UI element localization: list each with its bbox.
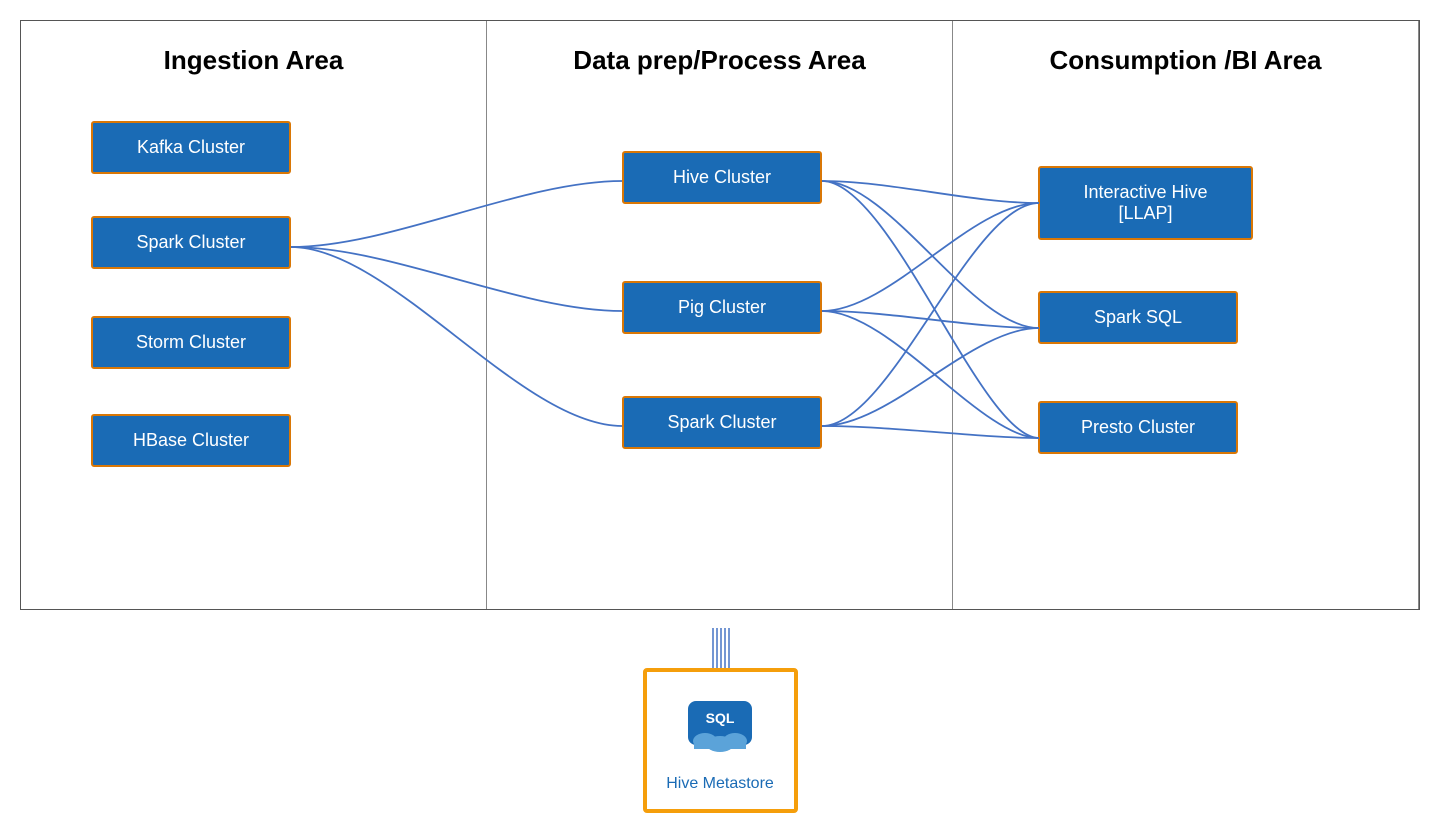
- consumption-title: Consumption /BI Area: [963, 31, 1408, 84]
- pig-cluster: Pig Cluster: [622, 281, 822, 334]
- hive-metastore-box: SQL Hive Metastore: [643, 668, 798, 813]
- kafka-cluster: Kafka Cluster: [91, 121, 291, 174]
- spark-cluster-ingestion: Spark Cluster: [91, 216, 291, 269]
- presto-cluster: Presto Cluster: [1038, 401, 1238, 454]
- spark-sql-cluster: Spark SQL: [1038, 291, 1238, 344]
- sql-database-icon: SQL: [680, 689, 760, 769]
- hbase-cluster: HBase Cluster: [91, 414, 291, 467]
- interactive-hive-cluster: Interactive Hive [LLAP]: [1038, 166, 1253, 240]
- dataprep-title: Data prep/Process Area: [497, 31, 942, 84]
- hive-cluster: Hive Cluster: [622, 151, 822, 204]
- metastore-label: Hive Metastore: [666, 775, 774, 793]
- diagram-area: Ingestion Area Kafka Cluster Spark Clust…: [20, 20, 1420, 610]
- main-container: Ingestion Area Kafka Cluster Spark Clust…: [20, 20, 1420, 813]
- spark-cluster-dataprep: Spark Cluster: [622, 396, 822, 449]
- bottom-section: SQL Hive Metastore: [20, 628, 1420, 813]
- storm-cluster: Storm Cluster: [91, 316, 291, 369]
- column-dataprep: Data prep/Process Area Hive Cluster Pig …: [487, 21, 953, 609]
- column-ingestion: Ingestion Area Kafka Cluster Spark Clust…: [21, 21, 487, 609]
- ingestion-title: Ingestion Area: [31, 31, 476, 84]
- column-consumption: Consumption /BI Area Interactive Hive [L…: [953, 21, 1419, 609]
- svg-text:SQL: SQL: [706, 710, 735, 726]
